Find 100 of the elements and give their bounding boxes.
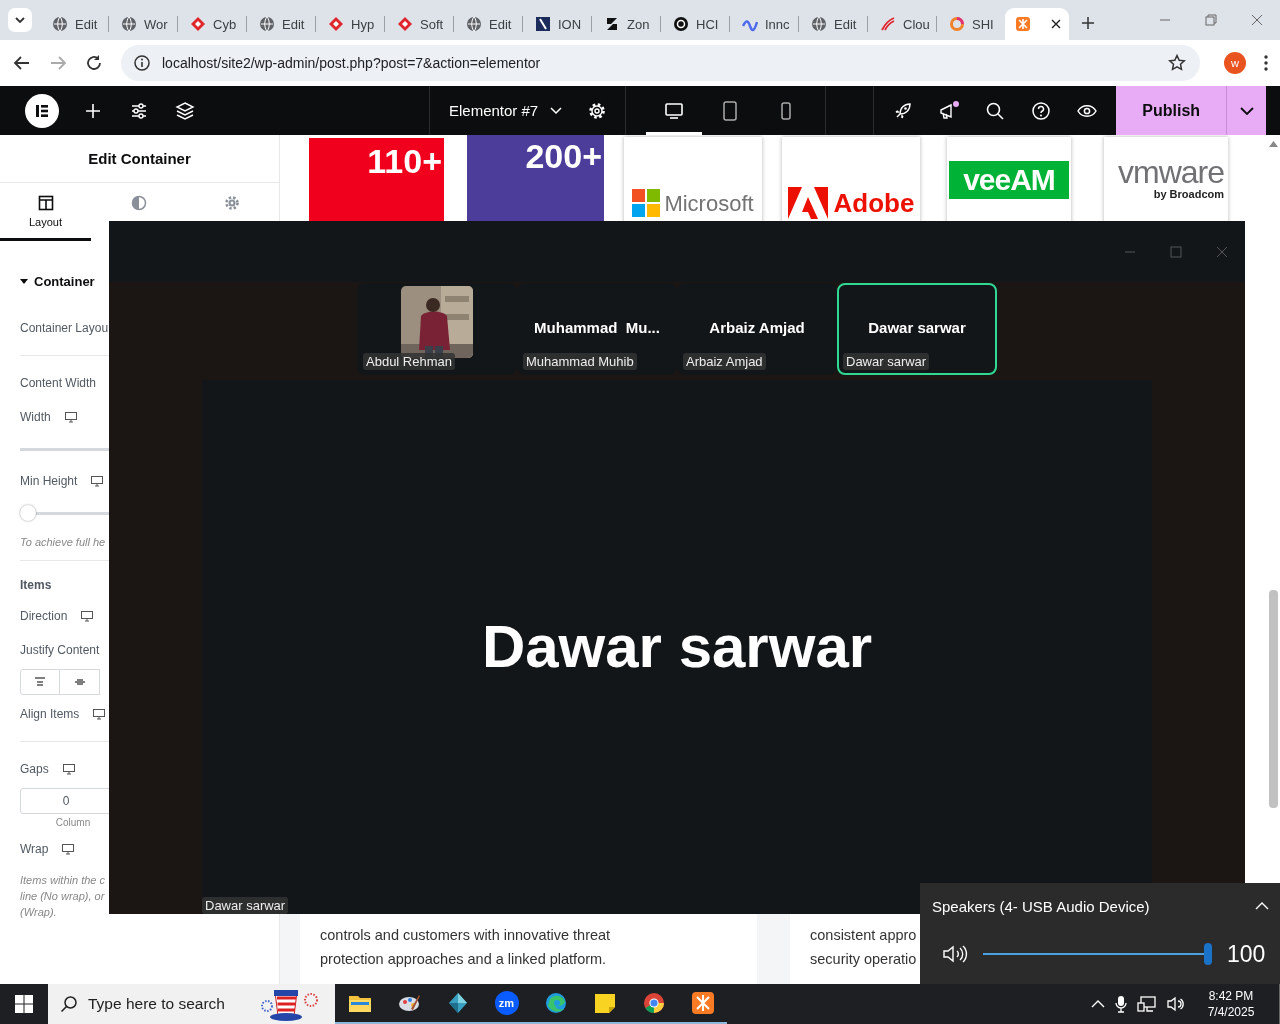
publish-options-button[interactable]: [1226, 86, 1267, 135]
logo-text: Microsoft: [664, 191, 754, 217]
device-name: Speakers (4- USB Audio Device): [932, 897, 1150, 915]
control-label: Min Height: [20, 474, 78, 488]
justify-button[interactable]: [20, 669, 60, 695]
browser-tab[interactable]: Edit: [799, 8, 867, 40]
chevron-down-icon: [1239, 106, 1254, 115]
align-icon: [33, 676, 47, 688]
browser-tab[interactable]: Zon: [592, 8, 660, 40]
clock[interactable]: 8:42 PM 7/4/2025: [1201, 988, 1261, 1020]
panel-title: Edit Container: [0, 135, 279, 183]
participant-name-label: Muhammad Muhib: [523, 353, 637, 370]
browser-tab[interactable]: SHI: [937, 8, 1005, 40]
document-menu[interactable]: Elementor #7: [430, 86, 575, 135]
chevron-down-icon: [550, 106, 563, 115]
star-icon[interactable]: [1168, 54, 1186, 72]
participant-name-label: Abdul Rehman: [363, 353, 455, 370]
align-icon: [72, 676, 87, 688]
layout-icon: [37, 195, 54, 211]
browser-tab[interactable]: Cyb: [178, 8, 246, 40]
volume-reading: 100: [1227, 940, 1266, 968]
settings-icon[interactable]: [587, 100, 608, 121]
speaker-icon[interactable]: [942, 944, 968, 964]
browser-tab[interactable]: Edit: [247, 8, 315, 40]
taskbar-search-field[interactable]: Type here to search: [48, 984, 335, 1024]
knot-icon: [673, 16, 689, 32]
control-label: Wrap: [20, 842, 49, 856]
monitor-icon[interactable]: [62, 763, 75, 775]
clock-date: 7/4/2025: [1207, 1004, 1255, 1020]
address-bar[interactable]: localhost/site2/wp-admin/post.php?post=7&action=elementor: [121, 45, 1200, 81]
microphone-icon[interactable]: [1113, 995, 1129, 1013]
control-label: Container Layou: [20, 321, 109, 335]
sliders-icon[interactable]: [129, 100, 149, 121]
browser-tab[interactable]: Clou: [868, 8, 936, 40]
panel-tab[interactable]: Layout: [0, 183, 91, 241]
back-icon[interactable]: [13, 54, 31, 72]
control-label: Width: [20, 410, 51, 424]
browser-tab[interactable]: Wor: [109, 8, 177, 40]
ring-icon: [949, 16, 965, 32]
chrome-icon: [641, 991, 666, 1015]
publish-button[interactable]: Publish: [1116, 86, 1227, 135]
url-text[interactable]: localhost/site2/wp-admin/post.php?post=7&action=elementor: [162, 55, 1156, 71]
participant-tile[interactable]: Abdul Rehman: [357, 283, 517, 375]
layers-icon[interactable]: [175, 100, 195, 121]
monitor-icon[interactable]: [81, 610, 94, 622]
megaphone-icon[interactable]: [938, 99, 961, 122]
browser-tab[interactable]: Edit: [40, 8, 108, 40]
browser-tab[interactable]: Hyp: [316, 8, 384, 40]
logo-subtext: by Broadcom: [1153, 188, 1224, 200]
help-icon[interactable]: [1031, 100, 1052, 121]
adobe-mark-icon: [787, 187, 828, 219]
monitor-icon[interactable]: [91, 475, 104, 487]
scrollbar-thumb[interactable]: [1269, 590, 1278, 808]
section-toggle[interactable]: Container: [20, 267, 95, 295]
card-text: consistent appro security operatio: [810, 926, 917, 969]
profile-avatar[interactable]: w: [1224, 52, 1246, 74]
volume-slider-thumb[interactable]: [1204, 943, 1212, 965]
participant-tile[interactable]: Muhammad Mu... Muhammad Muhib: [517, 283, 677, 375]
more-icon[interactable]: [1264, 55, 1268, 71]
edge-icon: [543, 991, 568, 1015]
card-text: controls and customers with innovative threat protection approaches and a linked platform.: [320, 926, 611, 969]
caret-icon: [20, 277, 28, 285]
browser-tab[interactable]: HCI: [661, 8, 729, 40]
network-icon[interactable]: [1135, 995, 1159, 1013]
info-icon[interactable]: [134, 55, 150, 71]
browser-tab[interactable]: ION: [523, 8, 591, 40]
participant-tile[interactable]: Arbaiz Amjad Arbaiz Amjad: [677, 283, 837, 375]
elementor-logo[interactable]: [25, 93, 59, 128]
logo-text: Adobe: [833, 188, 915, 219]
browser-tab[interactable]: Edit: [454, 8, 522, 40]
slider-thumb[interactable]: [20, 505, 36, 521]
monitor-icon[interactable]: [62, 843, 75, 855]
number-field[interactable]: 0: [20, 788, 112, 814]
browser-tab[interactable]: Soft: [385, 8, 453, 40]
globe-icon: [259, 16, 275, 32]
speaker-name: Dawar sarwar: [481, 611, 873, 681]
monitor-icon[interactable]: [64, 411, 77, 423]
taskbar-app[interactable]: zm: [482, 984, 531, 1024]
slash-logo-icon: [535, 16, 551, 32]
participant-tile[interactable]: Dawar sarwar Dawar sarwar: [837, 283, 997, 375]
tab-search-button[interactable]: [8, 8, 32, 32]
search-icon[interactable]: [985, 100, 1006, 121]
sticky-note-icon: [592, 991, 617, 1015]
browser-tab[interactable]: Innc: [730, 8, 798, 40]
speaker-icon[interactable]: [1165, 996, 1187, 1012]
plus-icon[interactable]: [1081, 16, 1095, 30]
control-label: Justify Content: [20, 643, 100, 657]
control-label: Align Items: [20, 707, 80, 721]
chevron-up-icon[interactable]: [1255, 902, 1269, 910]
control-label: Gaps: [20, 762, 49, 776]
diamond-icon: [397, 16, 413, 32]
close-icon[interactable]: [1051, 19, 1061, 29]
monitor-icon[interactable]: [93, 708, 106, 720]
control-label: Direction: [20, 609, 68, 623]
justify-button[interactable]: [60, 669, 100, 695]
scroll-up-icon[interactable]: [1269, 141, 1278, 147]
rocket-icon[interactable]: [893, 100, 914, 121]
reload-icon[interactable]: [85, 54, 103, 72]
logo-text: vmware: [1118, 156, 1224, 188]
chevron-up-icon[interactable]: [1089, 1000, 1107, 1008]
